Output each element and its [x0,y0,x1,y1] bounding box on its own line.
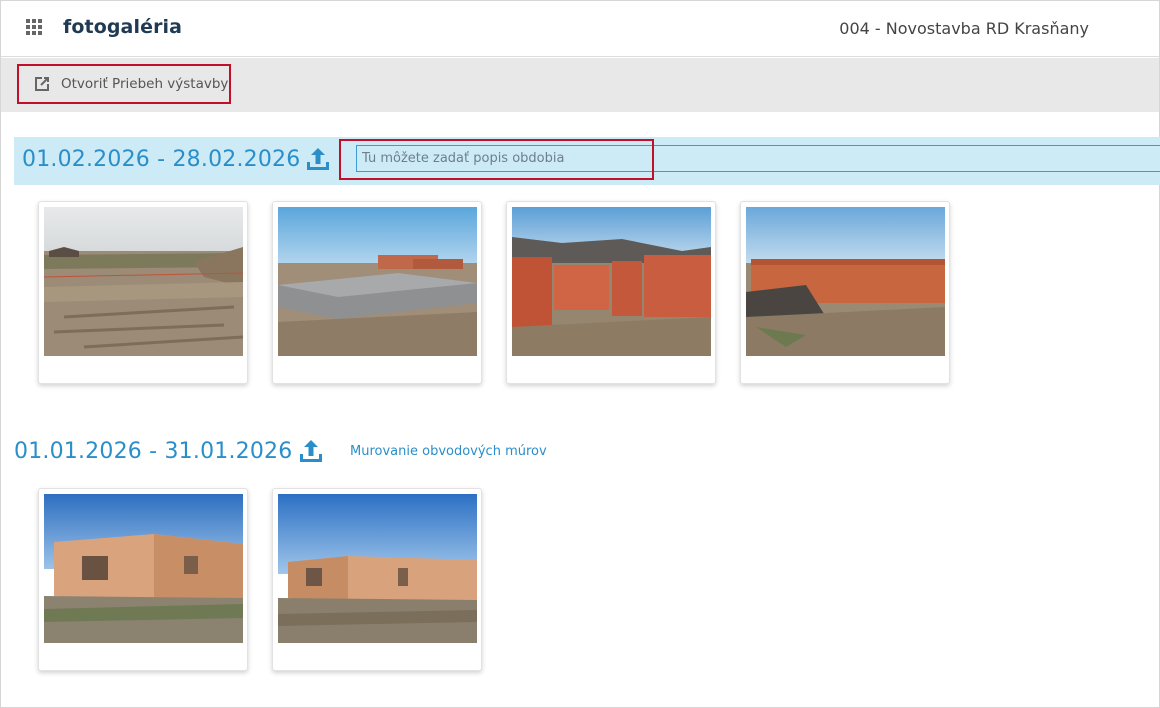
period-date-range: 01.02.2026 - 28.02.2026 [22,147,301,172]
photo-card[interactable] [272,488,482,671]
photo-card[interactable] [506,201,716,384]
construction-photo [44,207,243,356]
construction-photo [746,207,945,356]
open-in-new-icon [35,77,49,91]
app-header: fotogaléria 004 - Novostavba RD Krasňany [1,1,1159,57]
app-title: fotogaléria [63,16,183,38]
open-button-label: Otvoriť Priebeh výstavby [61,76,229,92]
open-construction-progress-button[interactable]: Otvoriť Priebeh výstavby [17,64,231,104]
photo-card[interactable] [272,201,482,384]
construction-photo [278,207,477,356]
apps-grid-icon[interactable] [25,18,43,36]
photo-card[interactable] [38,201,248,384]
construction-photo [278,494,477,643]
period-header-1: 01.02.2026 - 28.02.2026 [14,137,1160,185]
period-description-input[interactable] [356,145,1160,172]
upload-icon[interactable] [304,145,332,173]
construction-photo [44,494,243,643]
photo-card[interactable] [38,488,248,671]
photo-card[interactable] [740,201,950,384]
upload-icon[interactable] [297,437,325,465]
toolbar: Otvoriť Priebeh výstavby [1,58,1159,112]
construction-photo [512,207,711,356]
period-date-range: 01.01.2026 - 31.01.2026 [14,439,293,464]
period-description-link[interactable]: Murovanie obvodových múrov [350,444,547,459]
project-name: 004 - Novostavba RD Krasňany [839,19,1089,38]
